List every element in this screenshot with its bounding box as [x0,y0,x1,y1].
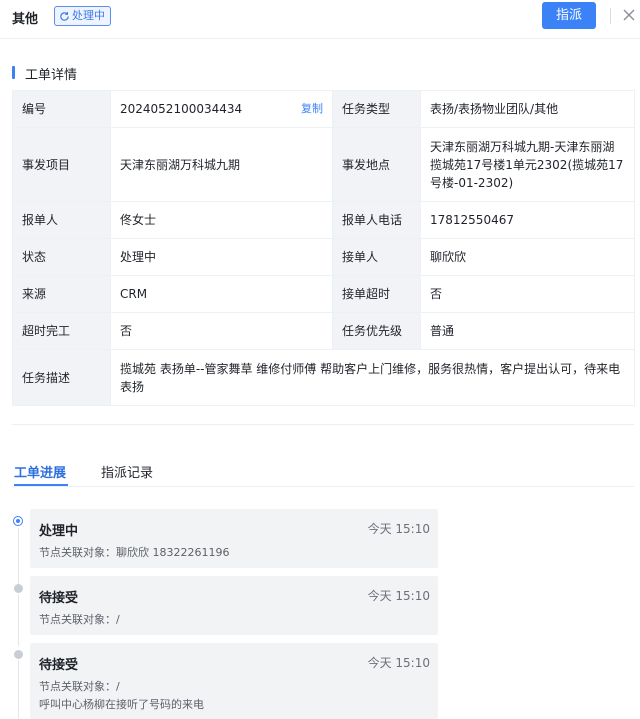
table-row: 状态 处理中 接单人 聊欣欣 [12,238,635,276]
field-label: 事发项目 [12,127,111,202]
field-value: 17812550467 [420,201,635,239]
field-value: 否 [420,275,635,313]
table-row: 超时完工 否 任务优先级 普通 [12,312,635,350]
page-header: 其他 处理中 指派 [0,0,640,39]
field-value: 表扬/表扬物业团队/其他 [420,90,635,128]
field-label: 报单人电话 [332,201,421,239]
timeline-time: 今天 15:10 [367,589,430,603]
header-divider [610,8,611,24]
timeline-detail: 节点关联对象：/ [39,680,120,693]
tabs-baseline [12,486,634,487]
field-label: 报单人 [12,201,111,239]
timeline-status: 待接受 [39,591,79,606]
field-label: 任务优先级 [332,312,421,350]
assign-button[interactable]: 指派 [542,2,596,29]
field-label: 事发地点 [332,127,421,202]
field-label: 接单人 [332,238,421,276]
timeline-detail: 节点关联对象：/ [39,613,120,626]
field-label: 来源 [12,275,111,313]
field-value: 否 [110,312,333,350]
section-title: 工单详情 [25,68,78,83]
task-description: 揽城苑 表扬单--管家舞草 维修付师傅 帮助客户上门维修，服务很热情，客户提出认… [110,349,635,406]
timeline-time: 今天 15:10 [367,522,430,536]
table-row: 编号 2024052100034434 复制 任务类型 表扬/表扬物业团队/其他 [12,90,635,128]
timeline-dot-active [13,516,23,526]
table-row: 任务描述 揽城苑 表扬单--管家舞草 维修付师傅 帮助客户上门维修，服务很热情，… [12,349,635,406]
section-divider [12,424,634,425]
field-value: 普通 [420,312,635,350]
timeline-status: 待接受 [39,658,79,673]
timeline-line [18,594,19,646]
timeline-line [18,660,19,719]
field-value: CRM [110,275,333,313]
table-row: 报单人 佟女士 报单人电话 17812550467 [12,201,635,239]
field-label: 超时完工 [12,312,111,350]
timeline-dot [14,584,23,593]
close-icon[interactable] [622,8,636,22]
status-badge-label: 处理中 [72,9,105,22]
timeline-card: 待接受 今天 15:10 节点关联对象：/ [30,576,438,635]
ticket-number: 2024052100034434 [120,102,243,116]
field-value: 佟女士 [110,201,333,239]
timeline-detail: 呼叫中心杨柳在接听了号码的来电 [39,698,204,711]
timeline-card: 处理中 今天 15:10 节点关联对象：聊欣欣 18322261196 [30,509,438,568]
refresh-icon [60,11,69,21]
field-label: 任务类型 [332,90,421,128]
field-label: 任务描述 [12,349,111,406]
field-value: 聊欣欣 [420,238,635,276]
field-value: 处理中 [110,238,333,276]
field-value: 2024052100034434 复制 [110,90,333,128]
timeline-dot [14,650,23,659]
field-label: 编号 [12,90,111,128]
field-label: 接单超时 [332,275,421,313]
field-value: 天津东丽湖万科城九期 [110,127,333,202]
tab-active-indicator [14,484,68,486]
field-label: 状态 [12,238,111,276]
field-value: 天津东丽湖万科城九期-天津东丽湖揽城苑17号楼1单元2302(揽城苑17号楼-0… [420,127,635,202]
timeline-line [18,528,19,584]
table-row: 来源 CRM 接单超时 否 [12,275,635,313]
section-marker [12,66,15,79]
status-badge: 处理中 [54,6,111,26]
copy-link[interactable]: 复制 [301,100,323,118]
timeline-status: 处理中 [39,524,79,539]
timeline-detail: 节点关联对象：聊欣欣 18322261196 [39,546,230,559]
timeline-time: 今天 15:10 [367,656,430,670]
tab-assign-records[interactable]: 指派记录 [101,462,153,481]
page-title: 其他 [12,12,39,27]
timeline-card: 待接受 今天 15:10 节点关联对象：/ 呼叫中心杨柳在接听了号码的来电 [30,643,438,719]
detail-table: 编号 2024052100034434 复制 任务类型 表扬/表扬物业团队/其他… [12,90,635,406]
tab-progress[interactable]: 工单进展 [14,462,66,481]
table-row: 事发项目 天津东丽湖万科城九期 事发地点 天津东丽湖万科城九期-天津东丽湖揽城苑… [12,127,635,202]
